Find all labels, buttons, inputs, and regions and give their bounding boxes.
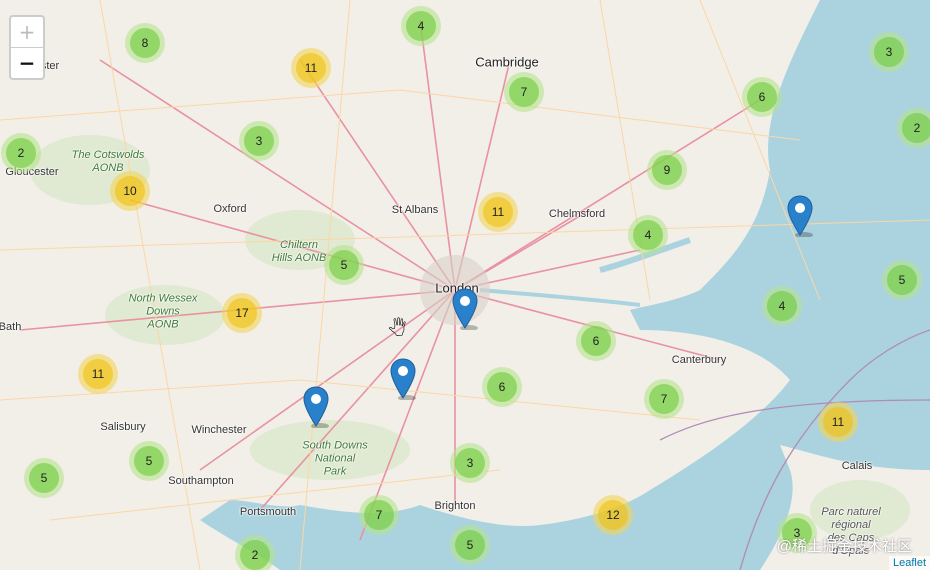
- cluster-count: 3: [455, 448, 485, 478]
- cluster-count: 11: [823, 407, 853, 437]
- place-calais: Calais: [841, 460, 873, 472]
- cluster-count: 7: [649, 384, 679, 414]
- map-pin-icon[interactable]: [390, 358, 416, 401]
- marker-cluster[interactable]: 4: [762, 286, 802, 326]
- map-container[interactable]: Cambridge Gloucester Oxford St Albans Ch…: [0, 0, 930, 570]
- cluster-count: 17: [227, 298, 257, 328]
- marker-cluster[interactable]: 6: [742, 77, 782, 117]
- marker-cluster[interactable]: 5: [129, 441, 169, 481]
- marker-cluster[interactable]: 7: [504, 72, 544, 112]
- place-bath: Bath: [0, 321, 22, 333]
- cluster-count: 4: [633, 220, 663, 250]
- marker-cluster[interactable]: 9: [647, 150, 687, 190]
- area-chiltern: Chiltern Hills AONB: [272, 239, 327, 265]
- place-portsmouth: Portsmouth: [239, 506, 297, 518]
- marker-cluster[interactable]: 12: [593, 495, 633, 535]
- attribution-link[interactable]: Leaflet: [888, 556, 930, 570]
- marker-cluster[interactable]: 11: [818, 402, 858, 442]
- cluster-count: 5: [29, 463, 59, 493]
- place-oxford: Oxford: [213, 203, 247, 215]
- cluster-count: 2: [6, 138, 36, 168]
- cluster-count: 9: [652, 155, 682, 185]
- marker-cluster[interactable]: 4: [401, 6, 441, 46]
- zoom-in-button[interactable]: +: [11, 17, 43, 48]
- cluster-count: 11: [483, 197, 513, 227]
- place-salisbury: Salisbury: [100, 421, 146, 433]
- cluster-count: 10: [115, 176, 145, 206]
- map-pin-icon[interactable]: [303, 386, 329, 429]
- marker-cluster[interactable]: 5: [882, 260, 922, 300]
- marker-cluster[interactable]: 11: [478, 192, 518, 232]
- cluster-count: 6: [747, 82, 777, 112]
- marker-cluster[interactable]: 11: [78, 354, 118, 394]
- map-pin-icon[interactable]: [787, 195, 813, 238]
- area-line: AONB: [147, 318, 179, 331]
- cluster-count: 2: [240, 540, 270, 570]
- marker-cluster[interactable]: 6: [576, 321, 616, 361]
- place-st-albans: St Albans: [391, 204, 439, 216]
- place-winchester: Winchester: [191, 424, 247, 436]
- cluster-count: 5: [134, 446, 164, 476]
- hand-cursor-icon: 🖑: [388, 319, 407, 338]
- cluster-count: 12: [598, 500, 628, 530]
- marker-cluster[interactable]: 10: [110, 171, 150, 211]
- marker-cluster[interactable]: 5: [450, 525, 490, 565]
- cluster-count: 4: [767, 291, 797, 321]
- zoom-out-button[interactable]: −: [11, 48, 43, 78]
- area-line: South Downs: [302, 439, 368, 452]
- cluster-count: 6: [487, 372, 517, 402]
- cluster-count: 5: [329, 250, 359, 280]
- marker-cluster[interactable]: 7: [359, 495, 399, 535]
- marker-cluster[interactable]: 2: [1, 133, 41, 173]
- marker-cluster[interactable]: 11: [291, 48, 331, 88]
- marker-cluster[interactable]: 5: [24, 458, 64, 498]
- marker-cluster[interactable]: 3: [869, 32, 909, 72]
- area-line: National: [314, 452, 356, 465]
- cluster-count: 11: [296, 53, 326, 83]
- cluster-count: 5: [455, 530, 485, 560]
- zoom-control: + −: [9, 15, 45, 80]
- area-line: The Cotswolds: [71, 149, 145, 161]
- place-southampton: Southampton: [168, 475, 234, 487]
- marker-cluster[interactable]: 8: [125, 23, 165, 63]
- cluster-count: 3: [244, 126, 274, 156]
- area-line: Hills AONB: [271, 252, 327, 264]
- area-line: Downs: [146, 305, 180, 318]
- place-chelmsford: Chelmsford: [548, 208, 606, 220]
- marker-cluster[interactable]: 3: [450, 443, 490, 483]
- marker-cluster[interactable]: 17: [222, 293, 262, 333]
- cluster-count: 4: [406, 11, 436, 41]
- map-pin-icon[interactable]: [452, 288, 478, 331]
- place-brighton: Brighton: [434, 500, 476, 512]
- cluster-count: 11: [83, 359, 113, 389]
- cluster-count: 8: [130, 28, 160, 58]
- marker-cluster[interactable]: 6: [482, 367, 522, 407]
- area-line: North Wessex: [128, 292, 198, 305]
- cluster-count: 5: [887, 265, 917, 295]
- area-line: Park: [323, 465, 347, 478]
- place-cambridge: Cambridge: [475, 54, 539, 70]
- area-line: régional: [831, 519, 871, 531]
- cluster-count: 7: [364, 500, 394, 530]
- area-south-downs: South Downs National Park: [302, 440, 367, 479]
- cluster-count: 6: [581, 326, 611, 356]
- cluster-count: 3: [874, 37, 904, 67]
- marker-cluster[interactable]: 7: [644, 379, 684, 419]
- marker-cluster[interactable]: 4: [628, 215, 668, 255]
- marker-cluster[interactable]: 2: [235, 535, 275, 570]
- marker-cluster[interactable]: 5: [324, 245, 364, 285]
- area-line: Chiltern: [280, 239, 318, 251]
- marker-cluster[interactable]: 3: [239, 121, 279, 161]
- marker-cluster[interactable]: 2: [897, 108, 930, 148]
- area-line: Parc naturel: [821, 506, 881, 518]
- area-north-wessex: North Wessex Downs AONB: [129, 293, 198, 332]
- place-canterbury: Canterbury: [671, 354, 727, 366]
- watermark: @稀土掘金技术社区: [776, 538, 912, 555]
- cluster-count: 2: [902, 113, 930, 143]
- cluster-count: 7: [509, 77, 539, 107]
